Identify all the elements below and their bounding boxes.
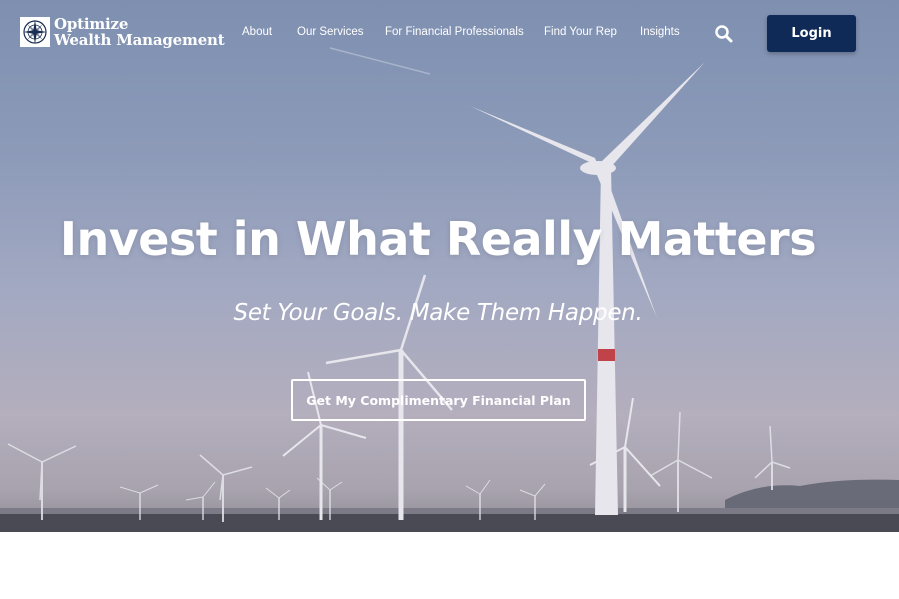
brand-logo[interactable]: Optimize Wealth Management xyxy=(20,15,225,49)
login-button[interactable]: Login xyxy=(767,15,856,52)
compass-icon xyxy=(20,17,50,47)
brand-name-line1: Optimize xyxy=(54,15,129,33)
nav-about[interactable]: About xyxy=(242,26,272,38)
nav-insights[interactable]: Insights xyxy=(640,26,680,38)
hero-section: Optimize Wealth Management About Our Ser… xyxy=(0,0,899,532)
search-icon xyxy=(715,25,733,43)
brand-name-line2: Wealth Management xyxy=(54,31,225,49)
page-content-area xyxy=(0,532,899,599)
brand-name: Optimize Wealth Management xyxy=(54,15,225,49)
nav-our-services[interactable]: Our Services xyxy=(297,26,363,38)
nav-for-financial-professionals[interactable]: For Financial Professionals xyxy=(385,26,524,38)
wind-turbines-background xyxy=(0,47,899,532)
financial-plan-cta-button[interactable]: Get My Complimentary Financial Plan xyxy=(291,379,586,421)
nav-find-your-rep[interactable]: Find Your Rep xyxy=(544,26,617,38)
site-header: Optimize Wealth Management About Our Ser… xyxy=(0,0,899,66)
hero-subheadline: Set Your Goals. Make Them Happen. xyxy=(233,300,643,326)
search-button[interactable] xyxy=(714,24,734,44)
hero-headline: Invest in What Really Matters xyxy=(59,212,817,266)
